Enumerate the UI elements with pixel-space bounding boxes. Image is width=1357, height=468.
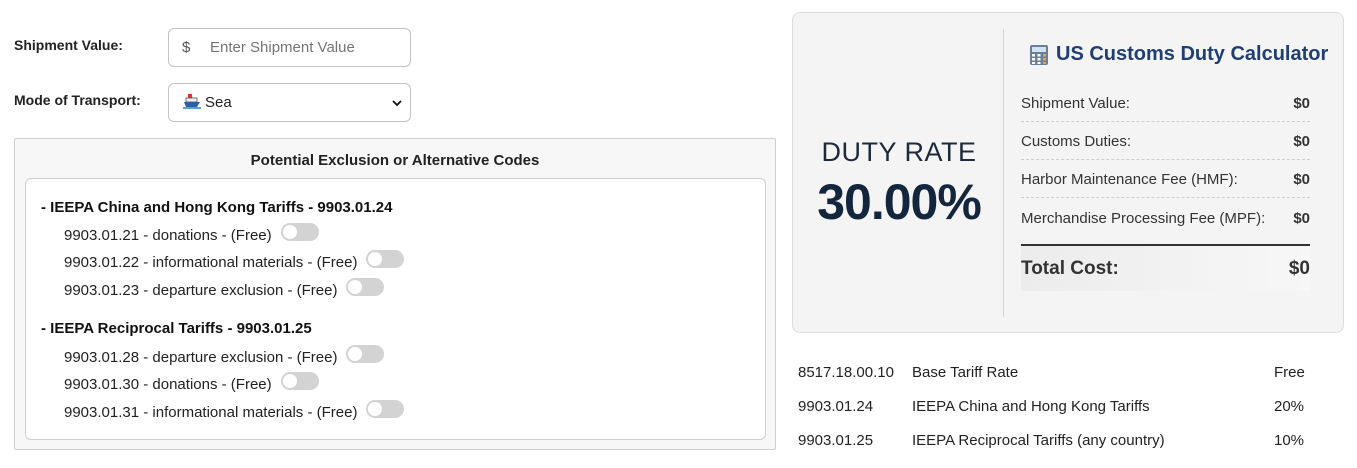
chevron-down-icon xyxy=(392,99,402,106)
tariff-description: Base Tariff Rate xyxy=(912,364,1019,381)
duty-calculator-card: DUTY RATE 30.00% US Customs Duty Calcula… xyxy=(792,12,1344,333)
cost-line-value: $0 xyxy=(1293,95,1310,112)
shipment-value-placeholder: Enter Shipment Value xyxy=(210,39,355,56)
tariff-description: IEEPA Reciprocal Tariffs (any country) xyxy=(912,432,1165,449)
ship-icon xyxy=(183,93,201,113)
cost-line-customs-duties: Customs Duties: $0 xyxy=(1021,133,1310,160)
exclusion-codes-list: - IEEPA China and Hong Kong Tariffs - 99… xyxy=(25,178,766,440)
exclusion-item-label: 9903.01.22 - informational materials - (… xyxy=(64,253,358,271)
exclusion-item-label: 9903.01.30 - donations - (Free) xyxy=(64,375,272,393)
total-cost-value: $0 xyxy=(1288,257,1310,279)
exclusion-codes-panel: Potential Exclusion or Alternative Codes… xyxy=(14,138,776,450)
tariff-code: 9903.01.24 xyxy=(798,398,874,415)
exclusion-item: 9903.01.31 - informational materials - (… xyxy=(64,400,405,421)
calculator-title: US Customs Duty Calculator xyxy=(1029,43,1328,66)
exclusion-item-label: 9903.01.23 - departure exclusion - (Free… xyxy=(64,281,338,299)
exclusion-toggle[interactable] xyxy=(346,345,385,363)
exclusion-item-label: 9903.01.28 - departure exclusion - (Free… xyxy=(64,348,338,366)
exclusion-toggle[interactable] xyxy=(366,250,405,268)
tariff-description: IEEPA China and Hong Kong Tariffs xyxy=(912,398,1150,415)
shipment-value-input[interactable]: $ Enter Shipment Value xyxy=(168,28,411,67)
cost-line-value: $0 xyxy=(1293,210,1310,227)
tariff-rate: 20% xyxy=(1274,398,1305,415)
currency-symbol: $ xyxy=(182,39,191,56)
cost-line-label: Harbor Maintenance Fee (HMF): xyxy=(1021,171,1238,188)
exclusion-toggle[interactable] xyxy=(366,400,405,418)
vertical-divider xyxy=(1003,29,1004,317)
cost-line-value: $0 xyxy=(1293,133,1310,150)
shipment-value-label: Shipment Value: xyxy=(14,37,123,53)
exclusion-toggle[interactable] xyxy=(346,278,385,296)
exclusion-group-title: - IEEPA China and Hong Kong Tariffs - 99… xyxy=(41,199,393,216)
exclusion-panel-title: Potential Exclusion or Alternative Codes xyxy=(250,152,540,169)
exclusion-toggle[interactable] xyxy=(280,223,319,241)
cost-line-value: $0 xyxy=(1293,171,1310,188)
exclusion-item: 9903.01.21 - donations - (Free) xyxy=(64,223,319,244)
calculator-icon xyxy=(1030,44,1048,65)
tariff-code: 8517.18.00.10 xyxy=(798,364,894,381)
transport-mode-value: Sea xyxy=(205,94,232,111)
cost-line-shipment-value: Shipment Value: $0 xyxy=(1021,95,1310,122)
total-cost-row: Total Cost: $0 xyxy=(1021,244,1310,291)
cost-line-label: Shipment Value: xyxy=(1021,95,1130,112)
tariff-rate: Free xyxy=(1274,364,1305,381)
duty-rate-box: DUTY RATE 30.00% xyxy=(793,13,1005,332)
exclusion-item: 9903.01.23 - departure exclusion - (Free… xyxy=(64,278,385,299)
transport-mode-select[interactable]: Sea xyxy=(168,83,411,122)
total-cost-label: Total Cost: xyxy=(1021,257,1119,279)
duty-rate-label: DUTY RATE xyxy=(821,137,977,167)
cost-line-label: Customs Duties: xyxy=(1021,133,1132,150)
duty-rate-value: 30.00% xyxy=(817,174,982,230)
exclusion-item: 9903.01.22 - informational materials - (… xyxy=(64,250,405,271)
exclusion-toggle[interactable] xyxy=(280,372,319,390)
tariff-code: 9903.01.25 xyxy=(798,432,874,449)
tariff-rate: 10% xyxy=(1274,432,1305,449)
calculator-title-text: US Customs Duty Calculator xyxy=(1056,43,1329,65)
exclusion-item-label: 9903.01.21 - donations - (Free) xyxy=(64,226,272,244)
exclusion-item-label: 9903.01.31 - informational materials - (… xyxy=(64,403,358,421)
cost-line-label: Merchandise Processing Fee (MPF): xyxy=(1021,210,1266,227)
cost-line-mpf: Merchandise Processing Fee (MPF): $0 xyxy=(1021,210,1310,236)
cost-line-hmf: Harbor Maintenance Fee (HMF): $0 xyxy=(1021,171,1310,198)
exclusion-item: 9903.01.30 - donations - (Free) xyxy=(64,372,319,393)
exclusion-group-title: - IEEPA Reciprocal Tariffs - 9903.01.25 xyxy=(41,320,312,337)
transport-mode-label: Mode of Transport: xyxy=(14,92,141,108)
exclusion-item: 9903.01.28 - departure exclusion - (Free… xyxy=(64,345,385,366)
